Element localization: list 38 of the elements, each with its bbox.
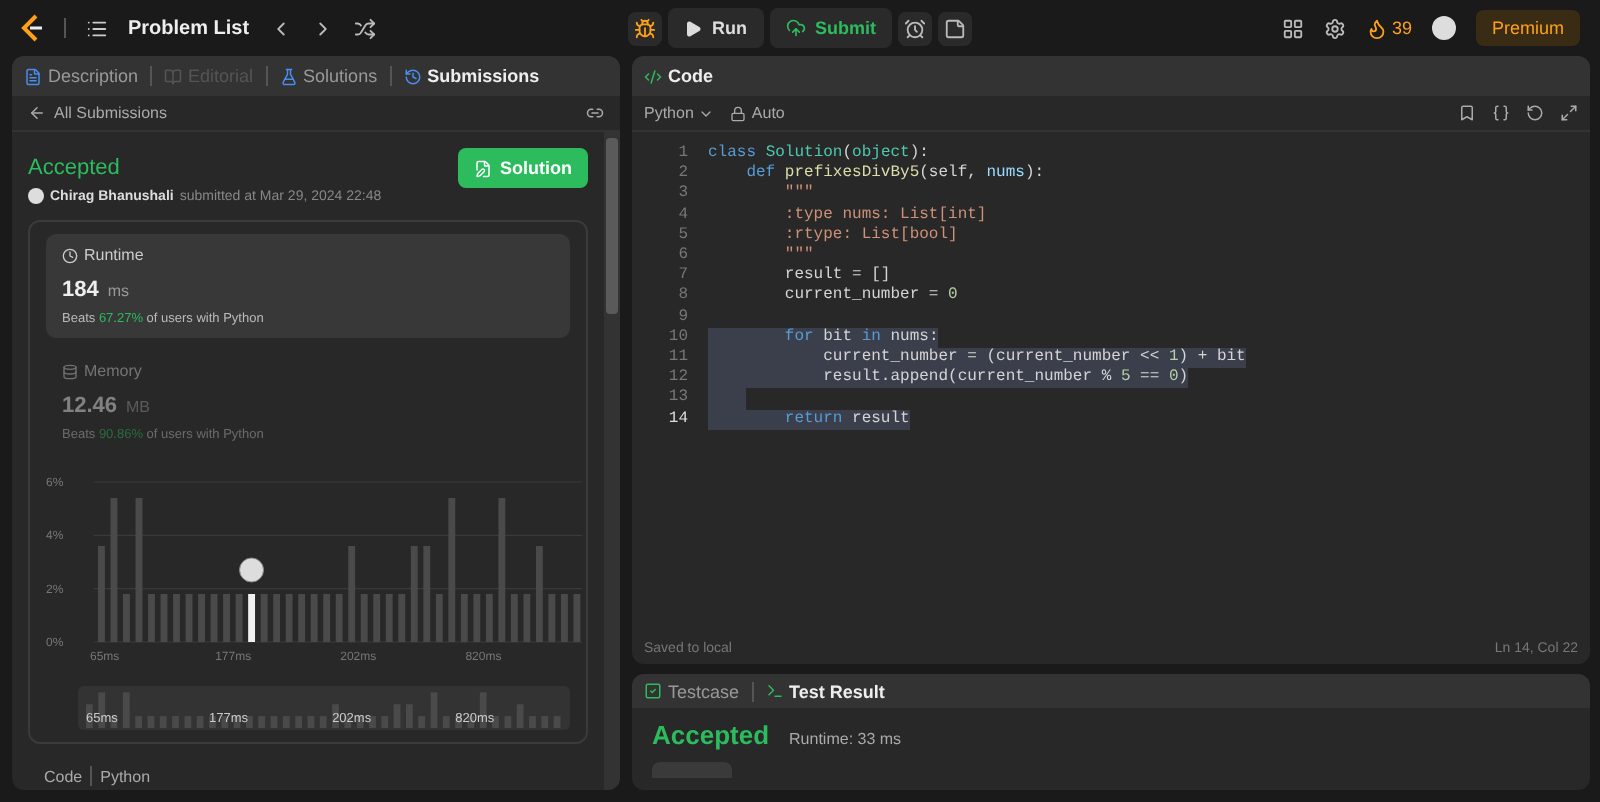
line-number: 1 <box>676 144 688 165</box>
metric-unit: ms <box>107 282 129 300</box>
metric-value: 184 <box>62 278 99 302</box>
line-number: 7 <box>676 266 688 287</box>
status-text: Accepted <box>28 156 120 180</box>
all-submissions-link[interactable]: All Submissions <box>54 104 578 122</box>
metric-value: 12.46 <box>62 394 118 418</box>
result-tab[interactable]: Testcase <box>644 681 740 701</box>
line-number: 10 <box>666 327 688 349</box>
premium-button[interactable]: Premium <box>1475 10 1580 46</box>
language-label: Python <box>100 767 151 785</box>
runtime-text: Runtime: 33 ms <box>789 730 902 748</box>
run-button[interactable]: Run <box>668 8 763 48</box>
line-number: 13 <box>666 388 688 410</box>
problem-list-link[interactable]: Problem List <box>128 17 250 39</box>
line-number: 9 <box>676 307 688 328</box>
line-number: 2 <box>676 164 688 185</box>
line-number: 6 <box>676 246 688 267</box>
panel-tab[interactable]: Description <box>24 66 139 86</box>
panel-tab[interactable]: Submissions <box>403 66 540 86</box>
result-tab[interactable]: Test Result <box>765 681 885 701</box>
metric-title: Runtime <box>84 246 144 264</box>
streak-count: 39 <box>1391 18 1412 38</box>
submit-button[interactable]: Submit <box>769 8 892 48</box>
metric-title: Memory <box>84 362 142 380</box>
line-number: 8 <box>676 286 688 308</box>
line-number: 5 <box>676 225 688 247</box>
line-number: 3 <box>676 184 688 206</box>
code-label: Code <box>44 767 83 785</box>
panel-tab[interactable]: Solutions <box>279 66 378 86</box>
code-tab[interactable]: Code <box>644 66 713 86</box>
line-number: 14 <box>666 409 688 430</box>
line-number: 11 <box>666 348 688 369</box>
line-number: 4 <box>676 205 688 226</box>
auto-mode[interactable]: Auto <box>729 104 1442 122</box>
line-number: 12 <box>666 368 688 389</box>
result-status: Accepted <box>652 720 770 750</box>
language-select[interactable]: Python <box>644 104 714 122</box>
